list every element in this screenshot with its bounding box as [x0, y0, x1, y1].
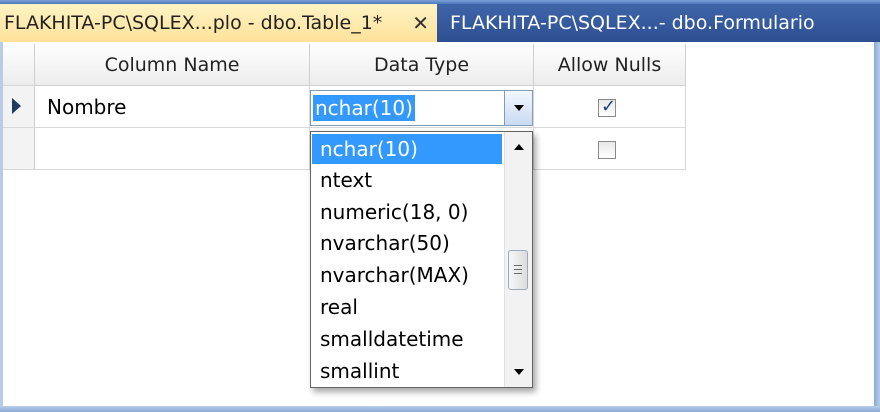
- chevron-down-icon: [514, 105, 524, 111]
- document-tab-bar: FLAKHITA-PC\SQLEX...plo - dbo.Table_1* ✕…: [0, 4, 880, 42]
- tab-formulario[interactable]: FLAKHITA-PC\SQLEX...- dbo.Formulario: [438, 4, 880, 42]
- allow-nulls-checkbox[interactable]: [598, 141, 616, 159]
- scroll-up-arrow-icon[interactable]: [514, 144, 524, 150]
- dropdown-option[interactable]: smalldatetime: [312, 324, 502, 354]
- window-frame-bottom: [0, 406, 880, 412]
- tab-label: FLAKHITA-PC\SQLEX...plo - dbo.Table_1*: [4, 12, 383, 34]
- dropdown-option[interactable]: smallint: [312, 356, 502, 386]
- column-name-value: Nombre: [47, 95, 127, 119]
- data-type-dropdown-list: nchar(10) ntext numeric(18, 0) nvarchar(…: [310, 131, 533, 388]
- tab-table-1[interactable]: FLAKHITA-PC\SQLEX...plo - dbo.Table_1* ✕: [0, 4, 437, 42]
- allow-nulls-cell: [534, 128, 686, 170]
- scroll-down-arrow-icon[interactable]: [514, 369, 524, 375]
- dropdown-option[interactable]: nchar(10): [312, 134, 502, 164]
- close-icon[interactable]: ✕: [412, 4, 429, 42]
- current-row-arrow-icon: [12, 98, 21, 114]
- allow-nulls-checkbox[interactable]: ✓: [598, 96, 617, 117]
- dropdown-option[interactable]: nvarchar(50): [312, 228, 502, 258]
- data-type-value[interactable]: nchar(10): [313, 95, 415, 121]
- grip-line: [514, 269, 522, 270]
- dropdown-option[interactable]: nvarchar(MAX): [312, 260, 502, 290]
- allow-nulls-cell: ✓: [534, 86, 686, 128]
- dropdown-scrollbar[interactable]: [504, 132, 532, 387]
- row-selector[interactable]: [3, 86, 35, 128]
- data-type-combobox[interactable]: nchar(10): [310, 90, 533, 126]
- tab-label: FLAKHITA-PC\SQLEX...- dbo.Formulario: [450, 12, 815, 34]
- row-selector-header: [3, 44, 35, 86]
- dropdown-button[interactable]: [504, 91, 532, 125]
- checkmark-icon: ✓: [601, 96, 617, 117]
- dropdown-option[interactable]: real: [312, 292, 502, 322]
- column-name-header[interactable]: Column Name: [35, 44, 310, 86]
- dropdown-option[interactable]: numeric(18, 0): [312, 197, 502, 227]
- grip-line: [514, 265, 522, 266]
- allow-nulls-header[interactable]: Allow Nulls: [534, 44, 686, 86]
- column-name-cell[interactable]: Nombre: [35, 86, 310, 128]
- dropdown-option[interactable]: ntext: [312, 165, 502, 195]
- column-name-cell[interactable]: [35, 128, 310, 170]
- window-frame-right: [874, 42, 880, 412]
- data-type-header[interactable]: Data Type: [310, 44, 534, 86]
- row-selector[interactable]: [3, 128, 35, 170]
- grip-line: [514, 273, 522, 274]
- scrollbar-thumb[interactable]: [508, 250, 528, 290]
